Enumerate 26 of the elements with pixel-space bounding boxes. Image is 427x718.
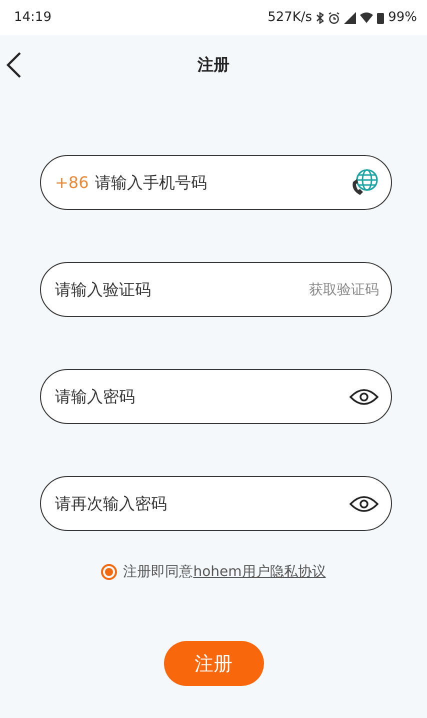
status-time: 14:19 [14, 10, 52, 25]
country-code[interactable]: +86 [55, 173, 89, 192]
bluetooth-icon [316, 12, 324, 24]
agreement-text: 注册即同意hohem用户隐私协议 [123, 563, 326, 581]
register-button[interactable]: 注册 [164, 641, 264, 686]
back-icon[interactable] [6, 51, 22, 79]
network-speed: 527K/s [268, 10, 312, 25]
page-title: 注册 [198, 54, 230, 76]
wifi-icon [360, 12, 374, 23]
text-field[interactable]: 请输入密码 [40, 369, 392, 424]
privacy-link[interactable]: hohem用户隐私协议 [193, 564, 326, 580]
text-field[interactable]: 请再次输入密码 [40, 476, 392, 531]
signal-icon [344, 12, 356, 24]
battery-percent: 99% [388, 10, 417, 25]
battery-icon [377, 12, 384, 24]
alarm-icon [328, 12, 340, 24]
eye-icon[interactable] [349, 388, 379, 406]
input-field[interactable]: 请输入验证码 [55, 280, 309, 299]
text-field[interactable]: +86 请输入手机号码 [40, 155, 392, 210]
eye-icon[interactable] [349, 494, 379, 512]
input-field[interactable]: 请输入手机号码 [94, 173, 349, 192]
agree-radio[interactable] [101, 564, 118, 580]
get-code-button[interactable]: 获取验证码 [309, 280, 379, 298]
text-field[interactable]: 请输入验证码 获取验证码 [40, 262, 392, 317]
input-field[interactable]: 请再次输入密码 [55, 494, 349, 513]
input-field[interactable]: 请输入密码 [55, 387, 349, 406]
